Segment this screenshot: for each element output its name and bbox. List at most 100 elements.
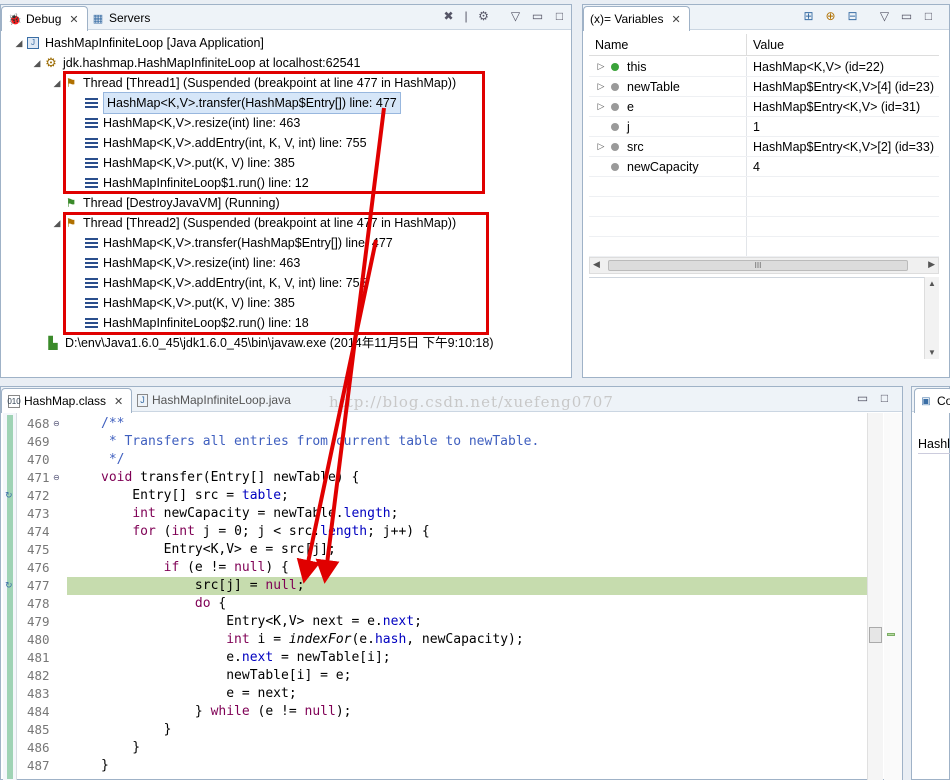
variable-row[interactable]: ▷ newTable HashMap$Entry<K,V>[4] (id=23) — [589, 77, 939, 97]
code-line-current: src[j] = null; — [101, 578, 305, 593]
local-variable-icon — [611, 62, 619, 71]
close-icon[interactable]: ✕ — [114, 395, 123, 408]
code-line: */ — [101, 452, 125, 467]
line-number: 486 — [27, 740, 50, 755]
overview-ruler[interactable] — [884, 413, 902, 780]
scroll-up-icon[interactable]: ▲ — [928, 279, 936, 288]
maximize-icon[interactable]: □ — [552, 9, 567, 23]
expand-triangle-icon[interactable]: ▷ — [595, 101, 607, 112]
tree-item-launch[interactable]: ◢ J HashMapInfiniteLoop [Java Applicatio… — [13, 33, 264, 53]
tab-outline[interactable]: ▣ Co — [914, 388, 950, 413]
line-number: 477 — [27, 578, 50, 593]
line-number: 468 — [27, 416, 50, 431]
annotation-box-thread1 — [63, 71, 485, 194]
show-type-names-icon[interactable]: ⊞ — [801, 9, 816, 23]
code-line: int newCapacity = newTable.length; — [132, 506, 399, 521]
remove-all-terminated-icon[interactable]: ✖ — [441, 9, 456, 23]
scroll-right-icon[interactable]: ▶ — [928, 259, 935, 270]
line-number: 484 — [27, 704, 50, 719]
java-file-icon: J — [137, 393, 148, 407]
expand-triangle-icon[interactable]: ▷ — [595, 61, 607, 72]
local-variable-icon — [611, 162, 619, 171]
empty-row — [589, 237, 939, 257]
line-number: 470 — [27, 452, 50, 467]
code-line: } — [101, 740, 141, 755]
view-menu-icon[interactable]: ▽ — [508, 9, 523, 23]
collapse-triangle-icon[interactable]: ◢ — [51, 73, 63, 93]
variable-name: j — [627, 119, 630, 134]
column-header-value[interactable]: Value — [747, 34, 784, 55]
variables-tabbar: (x)= Variables ✕ ⊞ ⊕ ⊟ ▽ ▭ □ — [583, 5, 949, 31]
minimize-icon[interactable]: ▭ — [855, 391, 870, 405]
code-line: * Transfers all entries from current tab… — [101, 434, 540, 449]
debug-tabbar: 🐞 Debug ✕ ▦ Servers ✖ | ⚙ ▽ ▭ □ — [1, 5, 571, 31]
variable-name: newCapacity — [627, 159, 699, 174]
empty-row — [589, 177, 939, 197]
tree-item-thread-destroyjavavm[interactable]: ⚑ Thread [DestroyJavaVM] (Running) — [63, 193, 280, 213]
editor-vscrollbar[interactable] — [867, 413, 883, 780]
code-line: Entry<K,V> next = e.next; — [101, 614, 422, 629]
empty-row — [589, 217, 939, 237]
collapse-all-icon[interactable]: ⊟ — [845, 9, 860, 23]
tree-item-vm[interactable]: ◢ ⚙ jdk.hashmap.HashMapInfiniteLoop at l… — [31, 53, 361, 73]
breakpoint-marker-icon[interactable]: ↻ — [5, 580, 13, 591]
close-icon[interactable]: ✕ — [671, 13, 680, 26]
close-icon[interactable]: ✕ — [69, 13, 78, 26]
variables-hscrollbar[interactable]: ◀ III ▶ — [589, 257, 939, 274]
collapse-triangle-icon[interactable]: ◢ — [13, 33, 25, 53]
debug-toolbar: ✖ | ⚙ ▽ ▭ □ — [441, 9, 567, 23]
line-number: 476 — [27, 560, 50, 575]
tab-hashmapinfiniteloop-label: HashMapInfiniteLoop.java — [152, 393, 291, 407]
variables-toolbar: ⊞ ⊕ ⊟ ▽ ▭ □ — [801, 9, 936, 23]
class-file-icon: 010 — [7, 394, 21, 408]
code-line: Entry<K,V> e = src[j]; — [101, 542, 336, 557]
collapse-triangle-icon[interactable]: ◢ — [31, 53, 43, 73]
local-variable-icon — [611, 82, 619, 91]
tab-hashmap-class[interactable]: 010 HashMap.class ✕ — [1, 388, 133, 413]
tab-hashmapinfiniteloop-java[interactable]: J HashMapInfiniteLoop.java — [131, 388, 299, 412]
tab-debug[interactable]: 🐞 Debug ✕ — [1, 6, 88, 31]
java-application-icon: J — [25, 35, 41, 51]
tab-servers[interactable]: ▦ Servers — [85, 6, 158, 30]
minimize-icon[interactable]: ▭ — [899, 9, 914, 23]
variables-detail-pane[interactable] — [589, 277, 939, 359]
tree-item-process[interactable]: ▙ D:\env\Java1.6.0_45\jdk1.6.0_45\bin\ja… — [45, 333, 493, 353]
process-icon: ▙ — [48, 336, 58, 350]
overview-marker[interactable] — [887, 633, 895, 636]
scroll-thumb[interactable] — [869, 627, 882, 643]
variable-row[interactable]: j 1 — [589, 117, 939, 137]
code-line: } — [101, 722, 172, 737]
line-number: 469 — [27, 434, 50, 449]
column-header-name[interactable]: Name — [589, 34, 747, 55]
collapse-triangle-icon[interactable]: ◢ — [51, 213, 63, 233]
code-line: do { — [194, 596, 227, 611]
tab-variables[interactable]: (x)= Variables ✕ — [583, 6, 690, 31]
maximize-icon[interactable]: □ — [921, 9, 936, 23]
tree-item-label: HashMapInfiniteLoop [Java Application] — [45, 36, 264, 50]
scroll-left-icon[interactable]: ◀ — [593, 259, 600, 270]
variable-row[interactable]: newCapacity 4 — [589, 157, 939, 177]
view-menu-icon[interactable]: ▽ — [877, 9, 892, 23]
local-variable-icon — [611, 142, 619, 151]
code-line: Entry[] src = table; — [101, 488, 289, 503]
outline-view: ▣ Co Hashl — [911, 386, 950, 780]
servers-icon: ▦ — [92, 12, 104, 25]
variable-row[interactable]: ▷ e HashMap$Entry<K,V> (id=31) — [589, 97, 939, 117]
debug-view: 🐞 Debug ✕ ▦ Servers ✖ | ⚙ ▽ ▭ □ ◢ J Hash… — [0, 4, 572, 378]
show-logical-structure-icon[interactable]: ⊕ — [823, 9, 838, 23]
relaunch-icon[interactable]: ⚙ — [476, 9, 491, 23]
variable-row[interactable]: ▷ src HashMap$Entry<K,V>[2] (id=33) — [589, 137, 939, 157]
code-line: int i = indexFor(e.hash, newCapacity); — [226, 632, 524, 647]
variable-row[interactable]: ▷ this HashMap<K,V> (id=22) — [589, 57, 939, 77]
expand-triangle-icon[interactable]: ▷ — [595, 81, 607, 92]
maximize-icon[interactable]: □ — [877, 391, 892, 405]
scroll-down-icon[interactable]: ▼ — [928, 348, 936, 357]
expand-triangle-icon[interactable]: ▷ — [595, 141, 607, 152]
tree-item-label: Thread [DestroyJavaVM] (Running) — [83, 196, 280, 210]
outline-item[interactable]: Hashl — [918, 437, 950, 454]
detail-vscrollbar[interactable]: ▲ ▼ — [924, 277, 939, 359]
variable-value: 4 — [753, 160, 760, 174]
scroll-thumb[interactable]: III — [608, 260, 908, 271]
minimize-icon[interactable]: ▭ — [530, 9, 545, 23]
breakpoint-marker-icon[interactable]: ↻ — [5, 490, 13, 501]
